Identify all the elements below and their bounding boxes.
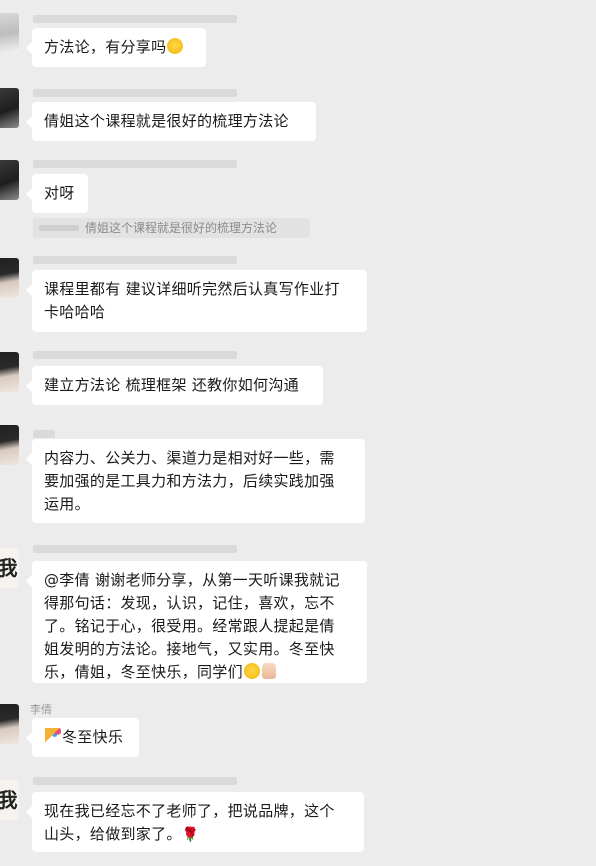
message-text: 建立方法论 梳理框架 还教你如何沟通: [44, 376, 299, 394]
quoted-text: 倩姐这个课程就是很好的梳理方法论: [85, 221, 278, 235]
message-text: 要加强的是工具力和方法力，后续实践加强: [44, 472, 335, 490]
message-text: 现在我已经忘不了老师了，把说品牌，这个: [44, 802, 335, 820]
avatar[interactable]: 我: [0, 548, 19, 588]
avatar-calligraphy: 我: [0, 788, 18, 812]
avatar[interactable]: [0, 704, 19, 744]
message-text: @李倩 谢谢老师分享，从第一天听课我就记: [44, 571, 340, 589]
avatar[interactable]: [0, 88, 19, 128]
sender-name: [33, 89, 237, 97]
message-bubble[interactable]: 对呀: [26, 174, 88, 213]
avatar[interactable]: [0, 258, 19, 298]
avatar[interactable]: [0, 160, 19, 200]
avatar[interactable]: [0, 425, 19, 465]
message-bubble[interactable]: 冬至快乐: [26, 718, 139, 757]
message-text: 乐，倩姐，冬至快乐，同学们: [44, 663, 243, 681]
avatar[interactable]: 我: [0, 780, 19, 820]
message-bubble[interactable]: 内容力、公关力、渠道力是相对好一些，需 要加强的是工具力和方法力，后续实践加强 …: [26, 439, 365, 523]
avatar[interactable]: [0, 13, 19, 53]
message-text: 方法论，有分享吗: [44, 38, 167, 56]
message-text: 倩姐这个课程就是很好的梳理方法论: [44, 112, 289, 130]
chat-history: 方法论，有分享吗 倩姐这个课程就是很好的梳理方法论 对呀 倩姐这个课程就是很好的…: [0, 0, 596, 866]
sender-name: [33, 351, 237, 359]
quoted-message[interactable]: 倩姐这个课程就是很好的梳理方法论: [33, 218, 310, 238]
message-bubble[interactable]: 课程里都有 建议详细听完然后认真写作业打 卡哈哈哈: [26, 270, 367, 332]
party-popper-emoji: [45, 728, 61, 744]
sender-name: [33, 545, 237, 553]
grinning-face-emoji: [243, 663, 260, 679]
sender-name: [33, 160, 237, 168]
sender-name: 李倩: [30, 703, 52, 716]
message-text: 内容力、公关力、渠道力是相对好一些，需: [44, 449, 335, 467]
sender-name: [33, 777, 237, 785]
message-text: 山头，给做到家了。: [44, 825, 182, 843]
message-text: 姐发明的方法论。接地气，又实用。冬至快: [44, 640, 335, 658]
message-bubble[interactable]: 方法论，有分享吗: [26, 28, 206, 67]
message-bubble[interactable]: 现在我已经忘不了老师了，把说品牌，这个 山头，给做到家了。🌹: [26, 792, 364, 852]
message-bubble[interactable]: @李倩 谢谢老师分享，从第一天听课我就记 得那句话：发现，认识，记住，喜欢，忘不…: [26, 561, 367, 683]
message-text: 对呀: [44, 184, 75, 202]
sender-name: [33, 256, 237, 264]
message-bubble[interactable]: 倩姐这个课程就是很好的梳理方法论: [26, 102, 316, 141]
avatar[interactable]: [0, 352, 19, 392]
thumbs-up-emoji: [261, 663, 276, 679]
quoted-sender: [39, 225, 79, 231]
message-bubble[interactable]: 建立方法论 梳理框架 还教你如何沟通: [26, 366, 323, 405]
sender-name: [33, 430, 55, 438]
avatar-calligraphy: 我: [0, 556, 18, 580]
rose-emoji: 🌹: [181, 827, 200, 843]
message-text: 课程里都有 建议详细听完然后认真写作业打: [44, 280, 340, 298]
message-text: 卡哈哈哈: [44, 303, 106, 321]
grinning-face-emoji: [167, 38, 184, 54]
message-text: 运用。: [44, 495, 90, 513]
sender-name: [33, 15, 237, 23]
message-text: 冬至快乐: [62, 728, 124, 746]
message-text: 得那句话：发现，认识，记住，喜欢，忘不: [44, 594, 335, 612]
message-text: 了。铭记于心，很受用。经常跟人提起是倩: [44, 617, 335, 635]
